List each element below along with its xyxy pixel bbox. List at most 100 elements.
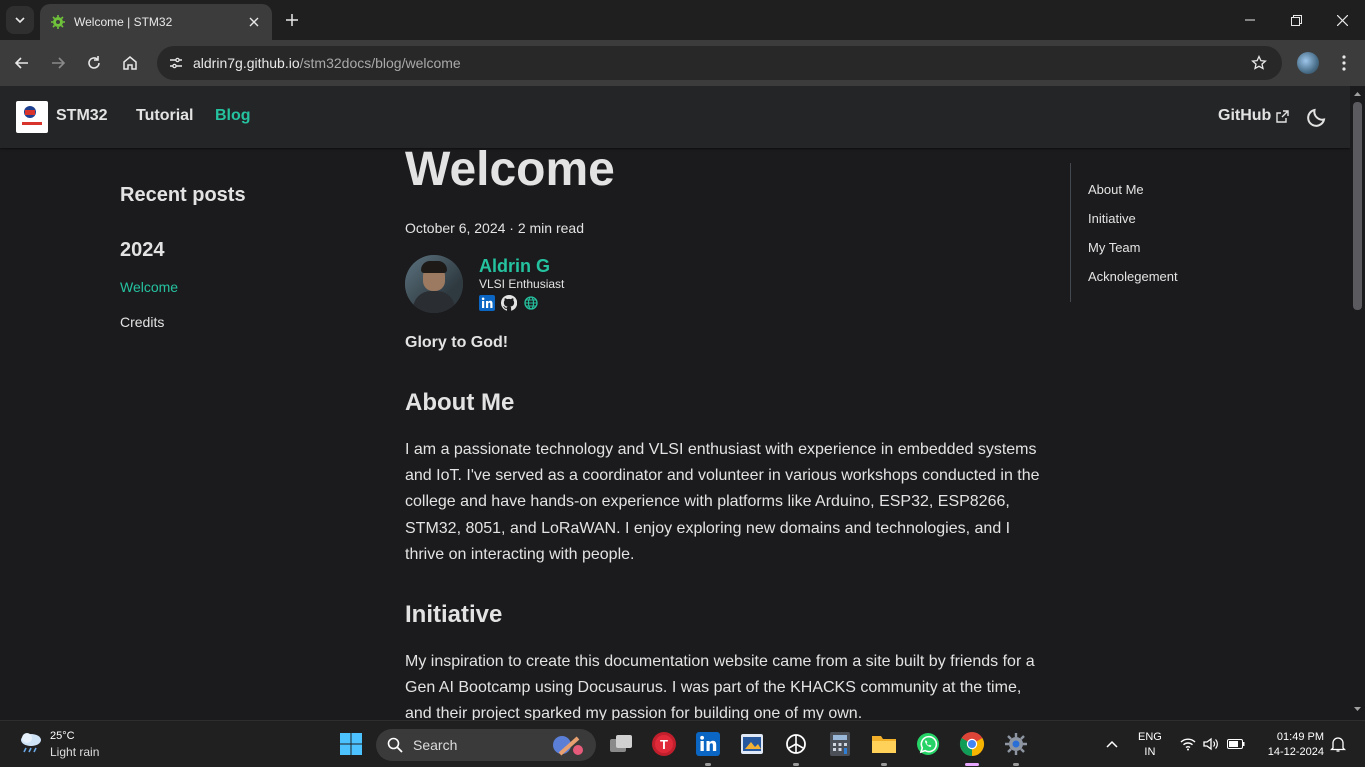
page-scrollbar[interactable] [1350, 86, 1365, 720]
linkedin-app-icon [696, 732, 720, 756]
site-brand[interactable]: STM32 [56, 107, 108, 125]
snipping-tool-icon [741, 734, 763, 754]
browser-toolbar: aldrin7g.github.io/stm32docs/blog/welcom… [0, 40, 1365, 86]
globe-icon[interactable] [523, 295, 539, 311]
tray-overflow-button[interactable] [1097, 729, 1127, 759]
back-button[interactable] [9, 50, 35, 76]
restore-button[interactable] [1273, 0, 1319, 40]
sidebar-heading: Recent posts [120, 184, 246, 206]
taskbar-app-whatsapp[interactable] [913, 729, 943, 759]
running-indicator [1013, 763, 1019, 766]
home-button[interactable] [117, 50, 143, 76]
search-icon [387, 737, 403, 753]
minimize-button[interactable] [1227, 0, 1273, 40]
weather-desc: Light rain [50, 745, 100, 759]
author-role: VLSI Enthusiast [479, 277, 565, 291]
task-view-icon [610, 735, 632, 752]
author-socials [479, 295, 539, 311]
gear-favicon-icon [51, 15, 65, 29]
restore-icon [1290, 14, 1302, 26]
section-heading-about-me: About Me [405, 389, 515, 416]
toc-item-my-team[interactable]: My Team [1088, 240, 1141, 255]
browser-tab-active[interactable]: Welcome | STM32 [40, 4, 272, 40]
scroll-up-icon[interactable] [1353, 89, 1362, 99]
scroll-down-icon[interactable] [1353, 704, 1362, 714]
clock[interactable]: 01:49 PM 14-12-2024 [1258, 730, 1324, 760]
site-logo[interactable] [16, 101, 48, 133]
running-indicator-active [965, 763, 979, 766]
browser-tabstrip: Welcome | STM32 [0, 0, 1365, 40]
clock-time: 01:49 PM [1276, 731, 1324, 743]
author-name[interactable]: Aldrin G [479, 256, 550, 277]
taskbar-app-calculator[interactable] [825, 729, 855, 759]
close-window-button[interactable] [1319, 0, 1365, 40]
chevron-up-icon [1106, 740, 1118, 748]
running-indicator [705, 763, 711, 766]
task-view-button[interactable] [606, 729, 636, 759]
external-link-icon [1276, 109, 1290, 123]
language-indicator[interactable]: ENG IN [1138, 730, 1162, 760]
forward-button[interactable] [45, 50, 71, 76]
site-navbar: STM32 Tutorial Blog GitHub [0, 86, 1350, 148]
taskbar-app-chrome[interactable] [957, 729, 987, 759]
home-icon [123, 56, 137, 70]
sidebar-post-credits[interactable]: Credits [120, 314, 164, 330]
wifi-icon [1180, 738, 1196, 751]
github-icon[interactable] [501, 295, 517, 311]
taskbar-app-linkedin[interactable] [693, 729, 723, 759]
article-meta: October 6, 2024 · 2 min read [405, 220, 584, 236]
browser-menu-button[interactable] [1332, 50, 1356, 76]
url-path: /stm32docs/blog/welcome [299, 55, 461, 71]
taskbar-app-chatgpt[interactable] [781, 729, 811, 759]
taskbar-app-file-explorer[interactable] [869, 729, 899, 759]
profile-avatar[interactable] [1297, 52, 1319, 74]
sidebar-post-welcome[interactable]: Welcome [120, 279, 178, 295]
nav-link-tutorial[interactable]: Tutorial [136, 107, 193, 125]
tab-search-button[interactable] [6, 6, 34, 34]
battery-status[interactable] [1221, 729, 1251, 759]
minimize-icon [1245, 19, 1255, 21]
linkedin-icon[interactable] [479, 295, 495, 311]
taskbar-app-settings[interactable] [1001, 729, 1031, 759]
url-host: aldrin7g.github.io [193, 55, 300, 71]
site-settings-icon[interactable] [165, 52, 187, 74]
weather-widget[interactable]: 25°C Light rain [17, 730, 99, 759]
nav-link-blog[interactable]: Blog [215, 107, 251, 125]
toc-item-initiative[interactable]: Initiative [1088, 211, 1136, 226]
nav-link-github[interactable]: GitHub [1218, 107, 1290, 125]
whatsapp-icon [917, 733, 939, 755]
author-card: Aldrin G VLSI Enthusiast [405, 255, 805, 313]
section-text-initiative: My inspiration to create this documentat… [405, 653, 1035, 720]
reload-icon [88, 56, 100, 69]
new-tab-button[interactable] [282, 10, 302, 30]
author-avatar[interactable] [405, 255, 463, 313]
taskbar-app-snip[interactable] [737, 729, 767, 759]
bookmark-star-icon[interactable] [1246, 50, 1272, 76]
running-indicator [793, 763, 799, 766]
close-icon [1336, 14, 1348, 26]
section-heading-initiative: Initiative [405, 601, 503, 628]
start-button[interactable] [336, 729, 366, 759]
search-label: Search [413, 737, 458, 753]
address-bar[interactable]: aldrin7g.github.io/stm32docs/blog/welcom… [157, 46, 1282, 80]
lang-line1: ENG [1138, 731, 1162, 743]
search-highlight-icon [553, 736, 583, 756]
clock-date: 14-12-2024 [1267, 746, 1324, 758]
toc-item-about-me[interactable]: About Me [1088, 182, 1144, 197]
github-label: GitHub [1218, 107, 1272, 124]
weather-temp: 25°C [50, 730, 75, 742]
toc-item-acknowledgement[interactable]: Acknolegement [1088, 269, 1178, 284]
arrow-left-icon [14, 57, 28, 69]
tab-title: Welcome | STM32 [74, 15, 173, 29]
taskbar-app-t[interactable]: T [649, 729, 679, 759]
battery-icon [1227, 739, 1245, 749]
scrollbar-thumb[interactable] [1353, 102, 1362, 310]
reload-button[interactable] [81, 50, 107, 76]
tab-close-icon[interactable] [244, 12, 264, 32]
url-text: aldrin7g.github.io/stm32docs/blog/welcom… [193, 55, 1246, 71]
notifications-button[interactable] [1323, 729, 1353, 759]
moon-icon[interactable] [1305, 105, 1329, 129]
web-page: STM32 Tutorial Blog GitHub Recent posts … [0, 86, 1350, 720]
lang-line2: IN [1144, 746, 1156, 758]
taskbar-search[interactable]: Search [376, 729, 596, 761]
